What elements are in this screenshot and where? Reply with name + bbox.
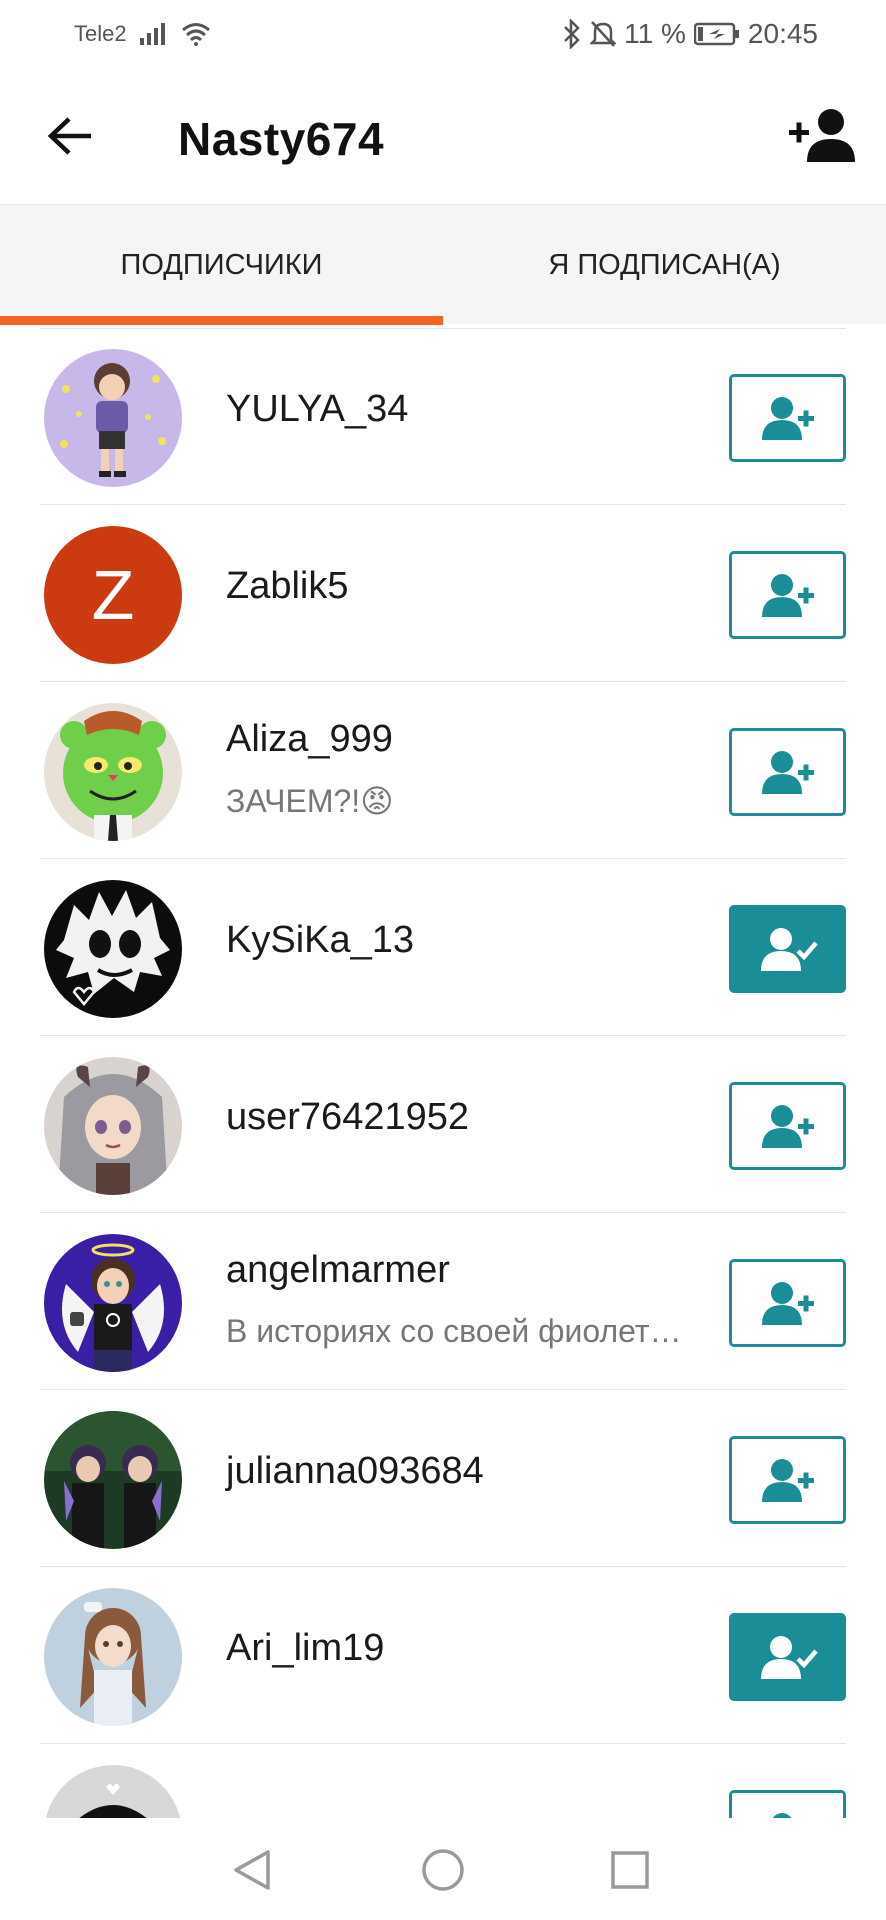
follow-button[interactable]	[729, 374, 846, 462]
add-person-icon	[761, 1459, 814, 1502]
avatar[interactable]	[44, 1588, 182, 1726]
bluetooth-icon	[564, 19, 580, 49]
user-bio: ЗАЧЕМ?!😡	[226, 783, 394, 819]
person-check-icon	[760, 1636, 818, 1679]
avatar[interactable]	[44, 349, 182, 487]
nav-back-button[interactable]	[230, 1848, 274, 1892]
username[interactable]: YULYA_34	[226, 388, 408, 431]
add-person-icon	[761, 574, 814, 617]
avatar[interactable]	[44, 1234, 182, 1372]
wifi-icon	[181, 23, 210, 46]
tab-following[interactable]: Я ПОДПИСАН(А)	[443, 205, 886, 325]
avatar[interactable]	[44, 880, 182, 1018]
page-title: Nasty674	[178, 113, 385, 165]
tab-bar: ПОДПИСЧИКИ Я ПОДПИСАН(А)	[0, 204, 886, 325]
add-person-icon	[761, 1105, 814, 1148]
list-item[interactable]: Ari_lim19	[0, 1567, 886, 1744]
follow-button[interactable]	[729, 728, 846, 816]
status-left: Tele2	[74, 21, 211, 47]
user-bio: В историях со своей фиолет…	[226, 1313, 682, 1349]
username[interactable]: Ari_lim19	[226, 1627, 384, 1670]
battery-percent: 11 %	[624, 18, 686, 49]
avatar[interactable]	[44, 1765, 182, 1818]
list-item[interactable]: Z Zablik5	[0, 505, 886, 682]
nav-recents-button[interactable]	[608, 1848, 652, 1892]
add-friend-button[interactable]	[788, 102, 858, 168]
battery-charging-icon	[693, 22, 739, 46]
list-item[interactable]: Aliza_999 ЗАЧЕМ?!😡	[0, 682, 886, 859]
add-person-icon	[789, 109, 855, 162]
add-person-icon	[761, 397, 814, 440]
list-item[interactable]	[0, 1744, 886, 1818]
follow-button[interactable]	[729, 1082, 846, 1170]
clock: 20:45	[747, 18, 818, 49]
tab-followers-label: ПОДПИСЧИКИ	[120, 248, 323, 281]
username[interactable]: user76421952	[226, 1096, 469, 1139]
signal-icon	[139, 23, 165, 45]
person-check-icon	[760, 928, 818, 971]
nav-home-button[interactable]	[421, 1848, 465, 1892]
avatar[interactable]	[44, 1057, 182, 1195]
username[interactable]: Zablik5	[226, 565, 349, 608]
followers-list[interactable]: YULYA_34 Z Zablik5 Aliza_999 ЗАЧЕМ?!😡 Ky…	[0, 328, 886, 1818]
system-nav-bar	[0, 1818, 886, 1920]
list-item[interactable]: julianna093684	[0, 1390, 886, 1567]
list-item[interactable]: angelmarmer В историях со своей фиолет…	[0, 1213, 886, 1390]
add-person-icon	[761, 751, 814, 794]
avatar[interactable]	[44, 703, 182, 841]
tab-followers[interactable]: ПОДПИСЧИКИ	[0, 205, 443, 325]
mute-bell-icon	[590, 21, 617, 47]
username[interactable]: KySiKa_13	[226, 919, 414, 962]
follow-button[interactable]	[729, 1790, 846, 1818]
avatar-initial: Z	[91, 556, 135, 634]
tab-following-label: Я ПОДПИСАН(А)	[548, 248, 781, 281]
avatar[interactable]: Z	[44, 526, 182, 664]
triangle-back-icon	[234, 1850, 270, 1890]
follow-button[interactable]	[729, 1436, 846, 1524]
app-bar: Nasty674	[0, 68, 886, 204]
add-person-icon	[761, 1282, 814, 1325]
list-item[interactable]: YULYA_34	[0, 328, 886, 505]
status-right: 11 % 20:45	[562, 18, 818, 50]
username[interactable]: Aliza_999	[226, 718, 393, 761]
carrier-name: Tele2	[74, 21, 127, 46]
username[interactable]: julianna093684	[226, 1450, 484, 1493]
follow-button[interactable]	[729, 551, 846, 639]
active-tab-indicator	[0, 316, 443, 325]
list-item[interactable]: KySiKa_13	[0, 859, 886, 1036]
following-button[interactable]	[729, 1613, 846, 1701]
arrow-left-icon	[47, 117, 91, 155]
status-bar: Tele2 11 % 20:45	[0, 0, 886, 68]
circle-home-icon	[422, 1849, 464, 1891]
back-button[interactable]	[38, 104, 102, 168]
avatar[interactable]	[44, 1411, 182, 1549]
list-item[interactable]: user76421952	[0, 1036, 886, 1213]
following-button[interactable]	[729, 905, 846, 993]
username[interactable]: angelmarmer	[226, 1249, 450, 1292]
square-recents-icon	[611, 1851, 649, 1889]
follow-button[interactable]	[729, 1259, 846, 1347]
